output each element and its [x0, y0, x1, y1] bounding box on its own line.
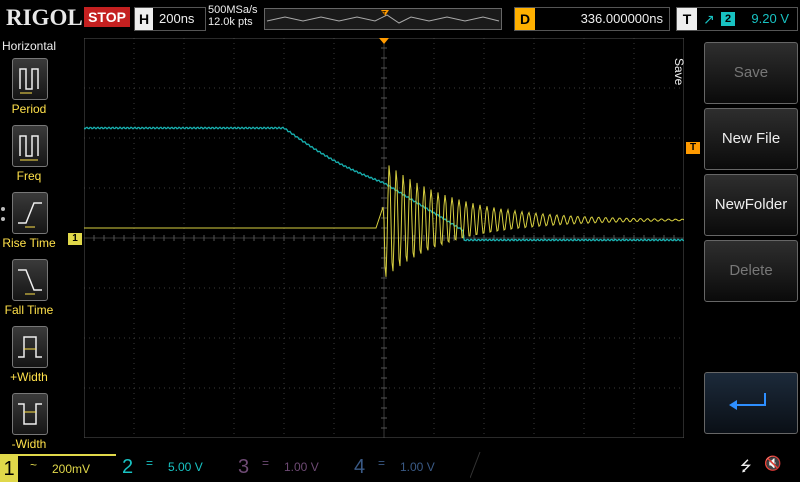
ch1-offset-marker[interactable]: 1 [68, 233, 82, 245]
measure-neg-width-label: -Width [11, 437, 47, 451]
channel-1-coupling: ~ [30, 458, 38, 472]
speaker-muted-icon[interactable]: 🔇 [764, 455, 781, 472]
acquisition-info: 500MSa/s 12.0k pts [208, 4, 258, 28]
trigger-letter: T [677, 8, 697, 30]
measure-category-title: Horizontal [1, 39, 57, 53]
delay-value: 336.000000ns [580, 11, 663, 26]
channel-tab-dividers [470, 451, 481, 479]
timebase-letter: H [135, 8, 153, 30]
channel-3-scale: 1.00 V [284, 460, 319, 474]
memory-position-bar[interactable]: T [264, 8, 502, 30]
trigger-level: 9.20 V [751, 11, 789, 26]
channel-status-bar: 1 ~ 200mV 2 = 5.00 V 3 = 1.00 V 4 = 1.00… [0, 450, 800, 482]
channel-3-status[interactable]: 3 = 1.00 V [232, 454, 348, 480]
measure-rise-time-label: Rise Time [2, 236, 56, 250]
measure-freq-label: Freq [16, 169, 42, 183]
save-button[interactable]: Save [704, 42, 798, 104]
delay-letter: D [515, 8, 535, 30]
channel-4-scale: 1.00 V [400, 460, 435, 474]
new-file-button[interactable]: New File [704, 108, 798, 170]
channel-4-status[interactable]: 4 = 1.00 V [348, 454, 464, 480]
usb-icon: ⭍ [740, 458, 752, 474]
channel-4-coupling: = [378, 456, 386, 470]
waveform-display[interactable] [83, 37, 685, 439]
menu-title: Save [672, 58, 686, 86]
channel-2-coupling: = [146, 456, 154, 470]
top-status-bar: RIGOL STOP H 200ns 500MSa/s 12.0k pts T … [0, 0, 800, 36]
channel-2-status[interactable]: 2 = 5.00 V [116, 454, 232, 480]
rising-edge-icon: ↗ [703, 11, 715, 27]
channel-2-number: 2 [122, 456, 134, 478]
trigger-level-marker[interactable]: T [686, 142, 700, 154]
sample-rate: 500MSa/s [208, 4, 258, 16]
measure-freq-button[interactable]: Freq [0, 125, 58, 191]
timebase-box[interactable]: H 200ns [134, 7, 206, 31]
timebase-value: 200ns [159, 11, 195, 26]
channel-1-status[interactable]: 1 ~ 200mV [0, 454, 116, 482]
fall-time-icon [12, 259, 48, 301]
period-icon [12, 58, 48, 100]
run-stop-indicator[interactable]: STOP [84, 7, 130, 27]
softkey-menu: Save New File NewFolder Delete [704, 38, 800, 450]
measure-pos-width-label: +Width [10, 370, 48, 384]
brand-logo: RIGOL [6, 5, 83, 30]
waveform-grid [83, 37, 685, 439]
return-arrow-icon [729, 393, 766, 410]
delay-box[interactable]: D 336.000000ns [514, 7, 670, 31]
measure-pos-width-button[interactable]: +Width [0, 326, 58, 392]
trigger-source: 2 [721, 12, 735, 26]
measure-rise-time-button[interactable]: Rise Time [0, 192, 58, 258]
measure-sidebar: Horizontal Period Freq Rise Time Fall Ti… [0, 38, 58, 451]
trigger-box[interactable]: T ↗ 2 9.20 V [676, 7, 798, 31]
rise-time-icon [12, 192, 48, 234]
measure-period-button[interactable]: Period [0, 58, 58, 124]
memory-waveform-overview: T [266, 10, 500, 24]
channel-3-coupling: = [262, 456, 270, 470]
measure-fall-time-label: Fall Time [4, 303, 54, 317]
negative-width-icon [12, 393, 48, 435]
measure-fall-time-button[interactable]: Fall Time [0, 259, 58, 325]
channel-4-number: 4 [354, 456, 366, 478]
memory-depth: 12.0k pts [208, 16, 253, 28]
new-folder-button[interactable]: NewFolder [704, 174, 798, 236]
channel-1-number: 1 [0, 456, 18, 482]
svg-text:T: T [382, 11, 387, 18]
trigger-position-marker[interactable] [379, 38, 389, 44]
positive-width-icon [12, 326, 48, 368]
delete-button[interactable]: Delete [704, 240, 798, 302]
channel-1-scale: 200mV [52, 462, 91, 476]
back-button[interactable] [704, 372, 798, 434]
channel-2-scale: 5.00 V [168, 460, 203, 474]
measure-period-label: Period [11, 102, 47, 116]
frequency-icon [12, 125, 48, 167]
channel-3-number: 3 [238, 456, 250, 478]
